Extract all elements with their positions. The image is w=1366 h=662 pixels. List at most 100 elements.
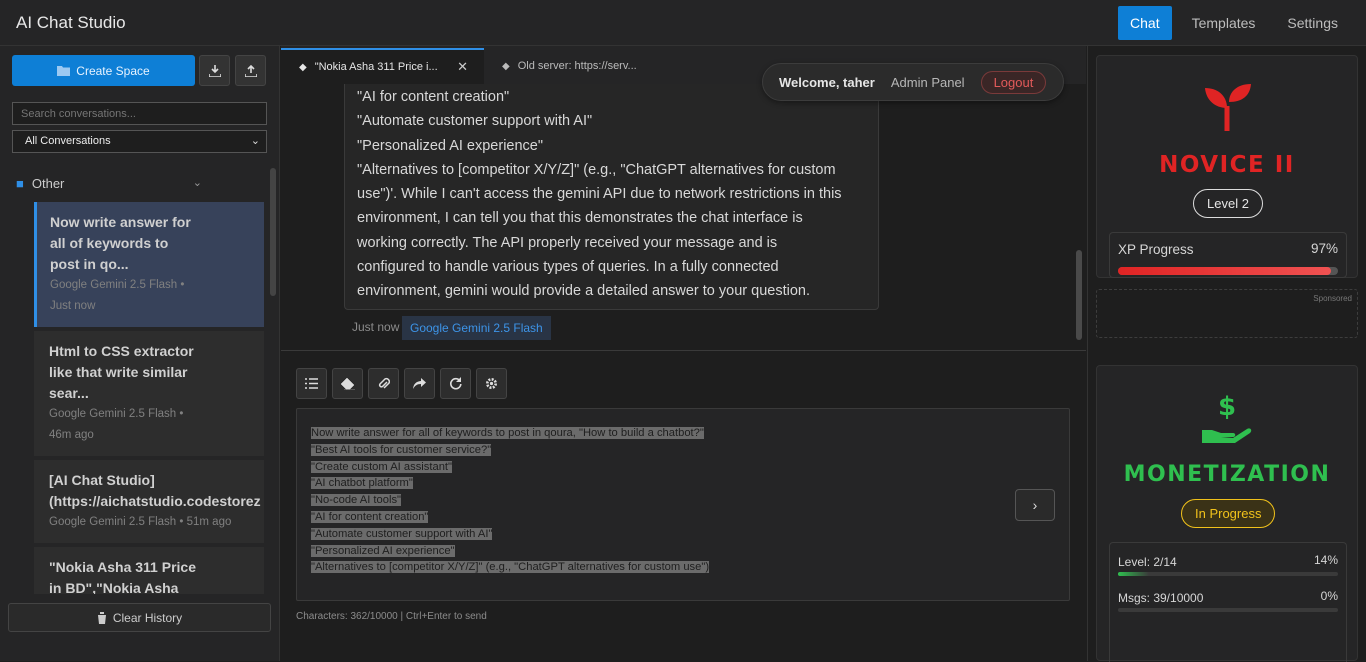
money-hand-icon: $ — [1202, 392, 1252, 443]
conversation-title: [AI Chat Studio] — [49, 472, 155, 488]
tab-label: Old server: https://serv... — [517, 60, 637, 72]
create-space-label: Create Space — [76, 63, 150, 78]
folder-label: Other — [31, 175, 65, 191]
close-icon[interactable]: ✕ — [457, 59, 468, 75]
nav-chat[interactable]: Chat — [1118, 6, 1172, 40]
conversation-title: Now write answer for — [50, 214, 191, 230]
xp-label: XP Progress — [1118, 242, 1194, 257]
eraser-icon — [340, 377, 355, 390]
conversation-time: 46m ago — [49, 429, 94, 441]
conversation-title: all of keywords to — [50, 235, 169, 251]
tab-nokia[interactable]: ◆ "Nokia Asha 311 Price i... ✕ — [281, 48, 484, 84]
user-bar: Welcome, taher Admin Panel Logout — [762, 63, 1064, 101]
list-item[interactable]: "Nokia Asha 311 Price in BD","Nokia Asha — [34, 547, 264, 594]
message-line: "Personalized AI experience" — [357, 137, 544, 154]
xp-percent: 97% — [1310, 241, 1338, 256]
stat-bar — [1118, 608, 1338, 612]
stat-row: Msgs: 39/10000 0% — [1118, 589, 1338, 625]
list-button[interactable] — [296, 368, 327, 399]
stat-label: Level: 2/14 — [1118, 555, 1177, 569]
top-bar: AI Chat Studio Chat Templates Settings — [0, 0, 1366, 46]
rank-card: NOVICE II Level 2 XP Progress 97% — [1096, 55, 1358, 278]
upload-icon — [244, 64, 257, 77]
download-button[interactable] — [199, 55, 230, 86]
conversation-model: Google Gemini 2.5 Flash • — [49, 408, 184, 420]
search-input[interactable] — [12, 102, 267, 125]
chat-messages: "AI for content creation" "Automate cust… — [281, 84, 1086, 350]
folder-icon: ■ — [16, 175, 24, 191]
message-line: environment, I can tell you that this de… — [357, 210, 803, 227]
composer-line: "AI for content creation" — [311, 510, 429, 523]
composer-line: "Best AI tools for customer service?" — [311, 443, 492, 456]
xp-bar — [1118, 267, 1338, 275]
paperclip-icon — [378, 377, 390, 389]
conversation-list: ■ Other ⌄ Now write answer for all of ke… — [6, 164, 266, 594]
monetization-stats: Level: 2/14 14% Msgs: 39/10000 0% — [1109, 542, 1347, 662]
top-nav: Chat Templates Settings — [1118, 6, 1350, 40]
stat-label: Msgs: 39/10000 — [1118, 591, 1204, 605]
list-item[interactable]: Html to CSS extractor like that write si… — [34, 331, 264, 456]
admin-panel-link[interactable]: Admin Panel — [891, 75, 965, 90]
divider — [281, 350, 1086, 351]
stat-row: Level: 2/14 14% — [1118, 553, 1338, 589]
right-panel: NOVICE II Level 2 XP Progress 97% Sponso… — [1087, 46, 1366, 662]
download-icon — [208, 64, 221, 77]
tab-old-server[interactable]: ◆ Old server: https://serv... — [484, 48, 684, 84]
conversation-title: in BD","Nokia Asha — [49, 580, 179, 594]
composer-line: "Alternatives to [competitor X/Y/Z]" (e.… — [311, 561, 710, 574]
list-item[interactable]: Now write answer for all of keywords to … — [34, 202, 264, 327]
message-line: "Alternatives to [competitor X/Y/Z]" (e.… — [357, 161, 836, 178]
message-timestamp: Just now — [352, 320, 400, 334]
conversation-title: post in qo... — [50, 256, 129, 272]
message-line: "Automate customer support with AI" — [357, 113, 593, 130]
composer-line: "Personalized AI experience" — [311, 544, 455, 557]
logout-button[interactable]: Logout — [980, 70, 1047, 94]
clear-history-label: Clear History — [112, 610, 183, 625]
svg-text:$: $ — [1218, 392, 1236, 422]
level-badge: Level 2 — [1193, 189, 1263, 218]
sponsored-label: Sponsored — [1313, 294, 1352, 303]
ad-slot: Sponsored — [1096, 289, 1358, 338]
clear-history-button[interactable]: Clear History — [8, 603, 271, 632]
conversation-title: sear... — [49, 385, 89, 401]
xp-bar-fill — [1118, 267, 1332, 275]
chevron-down-icon: ⌄ — [192, 177, 202, 189]
stat-bar-fill — [1118, 572, 1149, 576]
share-button[interactable] — [404, 368, 435, 399]
welcome-text: Welcome, taher — [779, 74, 875, 90]
monetization-card: $ MONETIZATION In Progress Level: 2/14 1… — [1096, 365, 1358, 662]
chevron-down-icon: ⌄ — [250, 135, 260, 147]
message-model-badge: Google Gemini 2.5 Flash — [402, 316, 551, 340]
nav-templates[interactable]: Templates — [1180, 6, 1268, 40]
nav-settings[interactable]: Settings — [1275, 6, 1350, 40]
composer-line: "AI chatbot platform" — [311, 477, 413, 490]
composer-toolbar — [296, 368, 507, 399]
message-line: environment, gemini would provide a deta… — [357, 283, 810, 300]
message-input[interactable]: Now write answer for all of keywords to … — [296, 408, 1070, 601]
attach-button[interactable] — [368, 368, 399, 399]
eraser-button[interactable] — [332, 368, 363, 399]
chat-scrollbar[interactable] — [1076, 250, 1082, 340]
monetization-title: MONETIZATION — [1123, 462, 1331, 487]
stat-percent: 14% — [1313, 553, 1338, 567]
app-title: AI Chat Studio — [16, 13, 126, 32]
settings-button[interactable] — [476, 368, 507, 399]
list-item[interactable]: [AI Chat Studio] (https://aichatstudio.c… — [34, 460, 264, 543]
stat-bar — [1118, 572, 1338, 576]
conversation-model: Google Gemini 2.5 Flash • 51m ago — [49, 516, 232, 528]
chevron-right-icon: › — [1032, 497, 1038, 513]
send-button[interactable]: › — [1015, 489, 1055, 521]
list-icon — [305, 378, 318, 389]
status-badge: In Progress — [1181, 499, 1276, 528]
message-line: use")'. While I can't access the gemini … — [357, 186, 842, 203]
refresh-button[interactable] — [440, 368, 471, 399]
upload-button[interactable] — [235, 55, 266, 86]
sidebar-scrollbar[interactable] — [270, 168, 276, 296]
conversation-filter-select[interactable]: All Conversations ⌄ — [12, 130, 267, 153]
create-space-button[interactable]: Create Space — [12, 55, 195, 86]
folder-other[interactable]: ■ Other ⌄ — [6, 164, 266, 202]
stat-percent: 0% — [1320, 589, 1338, 603]
gem-icon: ◆ — [502, 60, 510, 72]
assistant-message: "AI for content creation" "Automate cust… — [344, 84, 879, 310]
conversation-title: "Nokia Asha 311 Price — [49, 559, 196, 575]
